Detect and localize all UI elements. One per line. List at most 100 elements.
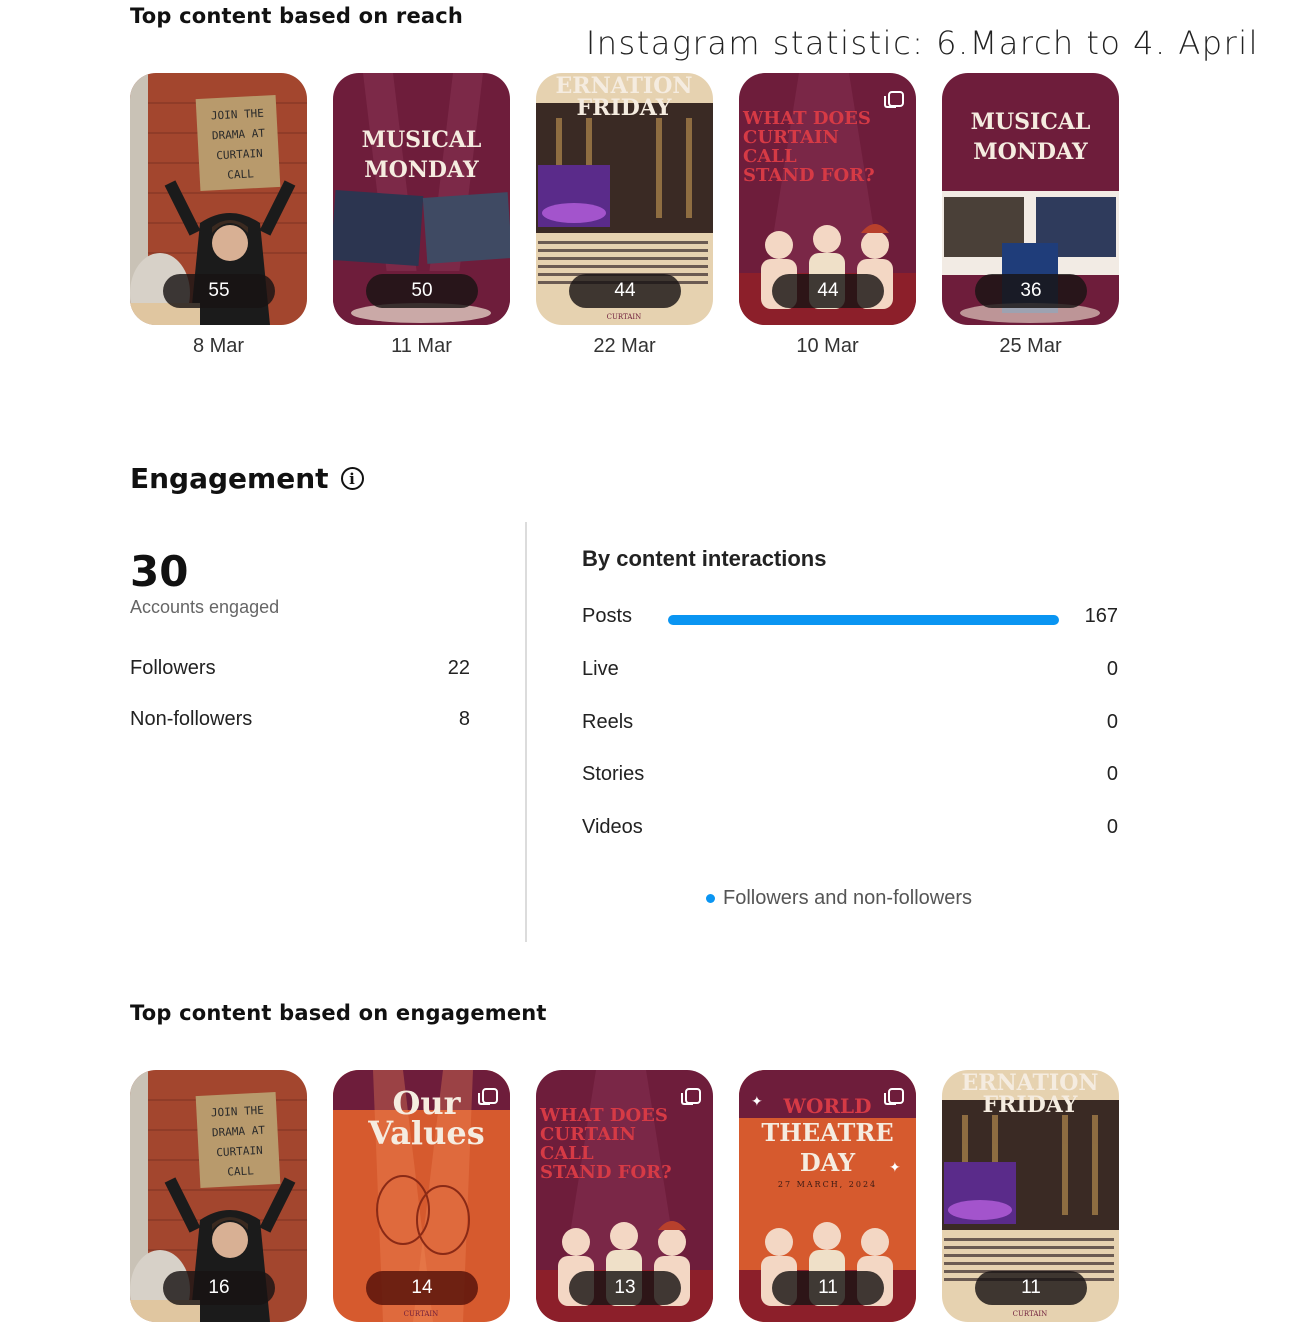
legend-dot bbox=[706, 894, 715, 903]
post-date: 8 Mar bbox=[192, 335, 245, 357]
interaction-value: 0 bbox=[1106, 658, 1118, 680]
post-thumbnail[interactable]: CURTAIN Our Values 14 bbox=[333, 1070, 510, 1322]
interaction-value: 0 bbox=[1106, 816, 1118, 838]
poster-title: WHAT DOES CURTAIN CALL STAND FOR? bbox=[743, 109, 916, 185]
reach-card-1[interactable]: JOIN THE DRAMA AT CURTAIN CALL 55 8 Mar bbox=[130, 73, 307, 358]
reach-card-2[interactable]: MUSICAL MONDAY 50 11 Mar bbox=[333, 73, 510, 358]
interaction-row-reels: Reels 0 bbox=[582, 711, 1118, 739]
sign-line: CALL bbox=[226, 1164, 255, 1179]
interaction-value: 167 bbox=[1084, 605, 1118, 627]
svg-text:CURTAIN: CURTAIN bbox=[1013, 1310, 1048, 1318]
interaction-label: Stories bbox=[582, 763, 645, 785]
reach-cards: JOIN THE DRAMA AT CURTAIN CALL 55 8 Mar … bbox=[130, 73, 1119, 358]
poster-title: WORLD THEATRE DAY 27 MARCH, 2024 bbox=[739, 1094, 916, 1192]
followers-row: Followers 22 bbox=[130, 657, 470, 680]
sign-text: JOIN THE DRAMA AT CURTAIN CALL bbox=[198, 1100, 280, 1184]
interaction-bar-track bbox=[668, 615, 1059, 625]
poster-line: MUSICAL bbox=[970, 109, 1091, 135]
post-thumbnail[interactable]: JOIN THE DRAMA AT CURTAIN CALL 16 bbox=[130, 1070, 307, 1322]
post-date: 11 Mar bbox=[391, 335, 452, 357]
poster-line: FRIDAY bbox=[982, 1092, 1078, 1118]
poster-line: STAND FOR? bbox=[743, 165, 875, 186]
poster-title: MUSICAL MONDAY bbox=[333, 125, 510, 185]
poster-line: FRIDAY bbox=[576, 95, 672, 121]
page-title: Instagram statistic: 6.March to 4. April bbox=[585, 24, 1259, 62]
interactions-legend: Followers and non-followers bbox=[706, 887, 972, 910]
reach-section-title: Top content based on reach bbox=[130, 4, 464, 28]
poster-line: CALL bbox=[540, 1143, 594, 1164]
interaction-bar-track bbox=[668, 773, 1059, 783]
interaction-row-videos: Videos 0 bbox=[582, 816, 1118, 844]
interaction-label: Videos bbox=[582, 816, 643, 838]
reach-card-3[interactable]: CURTAIN ERNATION FRIDAY 44 22 Mar bbox=[536, 73, 713, 358]
engagement-card-5[interactable]: CURTAIN ERNATION FRIDAY 11 bbox=[942, 1070, 1119, 1322]
engagement-card-4[interactable]: ✦ ✦ WORLD THEATRE DAY 27 MARCH, 2024 11 bbox=[739, 1070, 916, 1322]
post-thumbnail[interactable]: ✦ ✦ WORLD THEATRE DAY 27 MARCH, 2024 11 bbox=[739, 1070, 916, 1322]
poster-line: ERNATION bbox=[961, 1070, 1099, 1096]
engagement-header: Engagement i bbox=[130, 462, 364, 495]
reach-count: 50 bbox=[366, 274, 478, 308]
non-followers-value: 8 bbox=[458, 708, 470, 730]
poster-line: 27 MARCH, 2024 bbox=[777, 1180, 878, 1189]
engagement-count: 13 bbox=[569, 1271, 681, 1305]
followers-value: 22 bbox=[447, 657, 470, 679]
post-thumbnail[interactable]: WHAT DOES CURTAIN CALL STAND FOR? 44 bbox=[739, 73, 916, 325]
reach-count: 55 bbox=[163, 274, 275, 308]
interaction-bar-track bbox=[668, 721, 1059, 731]
engagement-count: 11 bbox=[772, 1271, 884, 1305]
engagement-card-1[interactable]: JOIN THE DRAMA AT CURTAIN CALL 16 bbox=[130, 1070, 307, 1322]
post-thumbnail[interactable]: MUSICAL MONDAY 36 bbox=[942, 73, 1119, 325]
reach-count: 44 bbox=[569, 274, 681, 308]
poster-line: Values bbox=[368, 1114, 485, 1152]
poster-line: ERNATION bbox=[555, 73, 693, 99]
engagement-section-title: Top content based on engagement bbox=[130, 1001, 547, 1025]
engagement-cards: JOIN THE DRAMA AT CURTAIN CALL 16 CURTAI… bbox=[130, 1070, 1119, 1322]
reach-count: 44 bbox=[772, 274, 884, 308]
poster-line: CURTAIN bbox=[540, 1124, 636, 1145]
carousel-icon bbox=[681, 1088, 701, 1105]
post-thumbnail[interactable]: CURTAIN ERNATION FRIDAY 11 bbox=[942, 1070, 1119, 1322]
followers-label: Followers bbox=[130, 657, 216, 679]
svg-text:CURTAIN: CURTAIN bbox=[404, 1310, 439, 1318]
poster-line: WHAT DOES bbox=[540, 1105, 668, 1126]
poster-line: WHAT DOES bbox=[743, 108, 871, 129]
reach-count: 36 bbox=[975, 274, 1087, 308]
engagement-card-3[interactable]: WHAT DOES CURTAIN CALL STAND FOR? 13 bbox=[536, 1070, 713, 1322]
poster-line: CURTAIN bbox=[743, 127, 839, 148]
poster-line: MONDAY bbox=[364, 157, 479, 183]
post-date: 10 Mar bbox=[796, 335, 859, 357]
interaction-row-posts: Posts 167 bbox=[582, 605, 1118, 633]
legend-label: Followers and non-followers bbox=[723, 887, 973, 909]
reach-card-5[interactable]: MUSICAL MONDAY 36 25 Mar bbox=[942, 73, 1119, 358]
interaction-row-live: Live 0 bbox=[582, 658, 1118, 686]
poster-title: ERNATION FRIDAY bbox=[536, 75, 713, 119]
post-thumbnail[interactable]: CURTAIN ERNATION FRIDAY 44 bbox=[536, 73, 713, 325]
accounts-engaged-label: Accounts engaged bbox=[130, 597, 280, 617]
interaction-value: 0 bbox=[1106, 763, 1118, 785]
poster-title: WHAT DOES CURTAIN CALL STAND FOR? bbox=[540, 1106, 713, 1182]
poster-title: ERNATION FRIDAY bbox=[942, 1072, 1119, 1116]
interaction-bar-track bbox=[668, 668, 1059, 678]
non-followers-row: Non-followers 8 bbox=[130, 708, 470, 731]
interaction-row-stories: Stories 0 bbox=[582, 763, 1118, 791]
interaction-label: Posts bbox=[582, 605, 633, 627]
info-icon[interactable]: i bbox=[340, 467, 364, 490]
interactions-title: By content interactions bbox=[582, 546, 827, 571]
poster-line: CALL bbox=[743, 146, 797, 167]
interaction-bar bbox=[668, 615, 1059, 625]
non-followers-label: Non-followers bbox=[130, 708, 253, 730]
carousel-icon bbox=[884, 91, 904, 108]
post-thumbnail[interactable]: JOIN THE DRAMA AT CURTAIN CALL 55 bbox=[130, 73, 307, 325]
engagement-count: 14 bbox=[366, 1271, 478, 1305]
accounts-engaged-count: 30 bbox=[130, 547, 189, 596]
post-thumbnail[interactable]: WHAT DOES CURTAIN CALL STAND FOR? 13 bbox=[536, 1070, 713, 1322]
sign-text: JOIN THE DRAMA AT CURTAIN CALL bbox=[198, 103, 280, 187]
poster-title: MUSICAL MONDAY bbox=[942, 107, 1119, 167]
interaction-value: 0 bbox=[1106, 711, 1118, 733]
poster-line: DAY bbox=[799, 1148, 856, 1177]
vertical-divider bbox=[525, 522, 527, 942]
engagement-card-2[interactable]: CURTAIN Our Values 14 bbox=[333, 1070, 510, 1322]
reach-card-4[interactable]: WHAT DOES CURTAIN CALL STAND FOR? 44 10 … bbox=[739, 73, 916, 358]
poster-line: STAND FOR? bbox=[540, 1162, 672, 1183]
post-thumbnail[interactable]: MUSICAL MONDAY 50 bbox=[333, 73, 510, 325]
